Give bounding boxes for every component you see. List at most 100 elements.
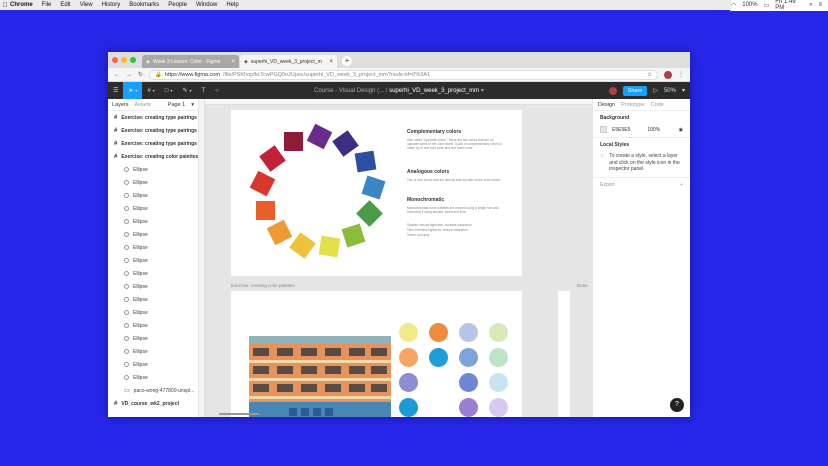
forward-arrow-icon[interactable]: → bbox=[126, 72, 132, 78]
layer-row[interactable]: ▭ paco-wong-477800-unspl... bbox=[108, 384, 198, 397]
palette-dot[interactable] bbox=[459, 323, 478, 342]
background-color-swatch[interactable] bbox=[600, 126, 607, 133]
close-window-button[interactable] bbox=[112, 57, 118, 63]
present-play-icon[interactable]: ▷ bbox=[653, 87, 658, 94]
battery-icon[interactable]: ▭ bbox=[764, 2, 770, 9]
tab-code[interactable]: Code bbox=[651, 102, 664, 108]
maximize-window-button[interactable] bbox=[130, 57, 136, 63]
layer-row[interactable]: Ellipse bbox=[108, 306, 198, 319]
new-tab-button[interactable]: + bbox=[342, 56, 352, 66]
menu-item-view[interactable]: View bbox=[80, 2, 93, 8]
menu-item-people[interactable]: People bbox=[168, 2, 187, 8]
menubar-clock[interactable]: Fri 1:49 PM bbox=[775, 0, 803, 11]
layer-row[interactable]: Ellipse bbox=[108, 163, 198, 176]
background-hex-input[interactable]: E5E5E5 bbox=[612, 127, 630, 133]
layer-row[interactable]: Ellipse bbox=[108, 293, 198, 306]
spotlight-search-icon[interactable]: ⌕ bbox=[809, 2, 812, 9]
color-wheel-swatch[interactable] bbox=[249, 170, 276, 197]
color-wheel-swatch[interactable] bbox=[307, 123, 333, 149]
menu-item-help[interactable]: Help bbox=[226, 2, 238, 8]
move-tool-icon[interactable]: ➤ ▾ bbox=[123, 82, 143, 99]
color-wheel-swatch[interactable] bbox=[266, 219, 293, 246]
color-theory-frame[interactable]: Complementary colors Also called "opposi… bbox=[231, 110, 522, 276]
url-field[interactable]: 🔒 https://www.figma.com/file/PSKhopfkcTc… bbox=[149, 69, 658, 80]
layer-row[interactable]: Ellipse bbox=[108, 371, 198, 384]
frame-tool-icon[interactable]: # ▾ bbox=[142, 82, 159, 99]
color-wheel-swatch[interactable] bbox=[255, 200, 275, 220]
help-button[interactable]: ? bbox=[670, 398, 684, 412]
palette-dot[interactable] bbox=[399, 323, 418, 342]
shape-tool-icon[interactable]: □ ▾ bbox=[160, 82, 178, 99]
comment-tool-icon[interactable]: ○ bbox=[210, 82, 224, 99]
apple-icon[interactable]:  bbox=[0, 2, 10, 9]
menu-app-name[interactable]: Chrome bbox=[10, 2, 33, 8]
chevron-down-icon[interactable]: ▾ bbox=[191, 102, 194, 108]
palette-dot[interactable] bbox=[429, 373, 448, 392]
palette-dot[interactable] bbox=[489, 373, 508, 392]
design-canvas[interactable]: Complementary colors Also called "opposi… bbox=[199, 99, 592, 417]
layer-row[interactable]: # Exercise: creating type pairings bbox=[108, 111, 198, 124]
layer-row[interactable]: Ellipse bbox=[108, 215, 198, 228]
color-wheel-swatch[interactable] bbox=[354, 150, 376, 173]
adjacent-frame[interactable] bbox=[558, 291, 570, 417]
palette-dot[interactable] bbox=[489, 323, 508, 342]
palette-dot[interactable] bbox=[429, 323, 448, 342]
color-wheel-swatch[interactable] bbox=[284, 132, 304, 152]
layer-row[interactable]: Ellipse bbox=[108, 267, 198, 280]
menu-item-bookmarks[interactable]: Bookmarks bbox=[129, 2, 159, 8]
reload-icon[interactable]: ↻ bbox=[138, 71, 143, 78]
share-button[interactable]: Share bbox=[622, 85, 648, 96]
color-wheel-swatch[interactable] bbox=[361, 175, 386, 200]
minimize-window-button[interactable] bbox=[121, 57, 127, 63]
color-wheel-swatch[interactable] bbox=[259, 145, 287, 172]
browser-tab-week3-lesson[interactable]: ◈ Week 3 Lesson: Color - Figma × bbox=[142, 55, 239, 68]
layer-row[interactable]: Ellipse bbox=[108, 189, 198, 202]
layer-row[interactable]: Ellipse bbox=[108, 241, 198, 254]
palette-dot[interactable] bbox=[399, 373, 418, 392]
palette-dot[interactable] bbox=[459, 373, 478, 392]
browser-menu-icon[interactable]: ⋮ bbox=[678, 71, 684, 78]
palette-dot[interactable] bbox=[399, 398, 418, 417]
menu-item-edit[interactable]: Edit bbox=[60, 2, 70, 8]
menu-item-window[interactable]: Window bbox=[196, 2, 217, 8]
export-title[interactable]: Export bbox=[600, 182, 614, 188]
layer-row[interactable]: Ellipse bbox=[108, 345, 198, 358]
zoom-level[interactable]: 50% bbox=[664, 88, 676, 94]
layer-row[interactable]: Ellipse bbox=[108, 280, 198, 293]
text-tool-icon[interactable]: T bbox=[196, 82, 210, 99]
building-photo[interactable] bbox=[249, 336, 391, 417]
wifi-icon[interactable]: ◠ bbox=[731, 2, 736, 9]
layer-row[interactable]: Ellipse bbox=[108, 332, 198, 345]
layer-row[interactable]: Ellipse bbox=[108, 176, 198, 189]
page-selector[interactable]: Page 1 bbox=[168, 102, 185, 108]
notification-center-icon[interactable]: ≡ bbox=[818, 2, 822, 8]
frame-label-right[interactable]: Deter bbox=[577, 283, 588, 288]
tab-prototype[interactable]: Prototype bbox=[621, 102, 645, 108]
figma-main-menu-icon[interactable]: ☰ bbox=[108, 82, 123, 99]
layer-row[interactable]: Ellipse bbox=[108, 319, 198, 332]
layer-row[interactable]: # VD_course_wk2_project bbox=[108, 397, 198, 410]
add-export-icon[interactable]: + bbox=[680, 182, 683, 188]
palette-dot[interactable] bbox=[459, 398, 478, 417]
palette-dot[interactable] bbox=[429, 348, 448, 367]
palette-dot[interactable] bbox=[459, 348, 478, 367]
eye-icon[interactable]: ◉ bbox=[679, 127, 683, 133]
color-wheel-swatch[interactable] bbox=[318, 235, 341, 258]
user-avatar[interactable] bbox=[608, 86, 617, 95]
close-tab-icon[interactable]: × bbox=[329, 59, 333, 65]
layer-row[interactable]: Ellipse bbox=[108, 358, 198, 371]
layer-row[interactable]: Ellipse bbox=[108, 202, 198, 215]
layer-row[interactable]: # Exercise: creating type pairings bbox=[108, 124, 198, 137]
color-wheel-swatch[interactable] bbox=[289, 232, 317, 260]
palette-dot[interactable] bbox=[489, 348, 508, 367]
palette-dot[interactable] bbox=[489, 398, 508, 417]
tab-design[interactable]: Design bbox=[598, 102, 615, 108]
layer-row[interactable]: # Exercise: creating type pairings bbox=[108, 137, 198, 150]
tab-layers[interactable]: Layers bbox=[112, 102, 129, 108]
bookmark-star-icon[interactable]: ☆ bbox=[647, 72, 652, 78]
frame-label-color-palettes[interactable]: Exercise: creating color palettes bbox=[231, 283, 295, 288]
layer-row[interactable]: Ellipse bbox=[108, 228, 198, 241]
color-palettes-frame[interactable] bbox=[231, 291, 522, 417]
menu-item-history[interactable]: History bbox=[102, 2, 121, 8]
palette-dot[interactable] bbox=[399, 348, 418, 367]
